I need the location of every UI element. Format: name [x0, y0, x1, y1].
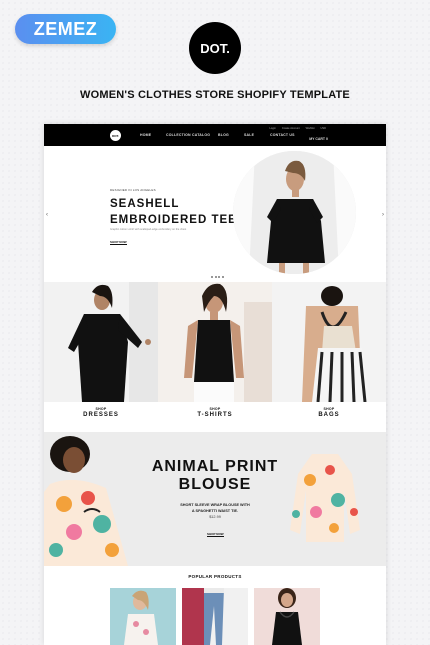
template-preview: DOT. HOME COLLECTION CATALOG BLOG SALE C… [44, 124, 386, 645]
hero-description: Graphic cotton t-shirt with scalloped-ed… [110, 228, 187, 231]
slider-prev-icon[interactable]: ‹ [46, 212, 48, 218]
nav-item-blog[interactable]: BLOG [218, 133, 244, 137]
hero-title-line-2: EMBROIDERED TEE [110, 214, 237, 226]
slider-dots[interactable] [211, 276, 224, 278]
nav-logo[interactable]: DOT. [110, 130, 121, 141]
cart-link[interactable]: MY CART 0 [309, 137, 328, 141]
login-link[interactable]: Login [269, 127, 275, 130]
nav-item-home[interactable]: HOME [140, 133, 166, 137]
category-tshirts[interactable]: SHOP T-SHIRTS [158, 407, 272, 418]
slider-dot-icon[interactable] [221, 276, 224, 278]
slider-dot-icon[interactable] [211, 276, 213, 278]
product-card-image[interactable] [110, 588, 176, 645]
category-dresses-kicker: SHOP [95, 407, 107, 411]
product-card-image[interactable] [254, 588, 320, 645]
category-image-dresses[interactable] [44, 282, 158, 402]
currency-select[interactable]: USD [321, 127, 326, 130]
category-dresses[interactable]: SHOP DRESSES [44, 407, 158, 418]
top-nav: DOT. HOME COLLECTION CATALOG BLOG SALE C… [44, 124, 386, 146]
banner-model-image [44, 436, 128, 566]
category-tshirts-kicker: SHOP [209, 407, 221, 411]
category-tshirts-label: T-SHIRTS [197, 412, 233, 418]
category-bags[interactable]: SHOP BAGS [272, 407, 386, 418]
create-account-link[interactable]: Create Account [282, 127, 300, 130]
banner-description-line-2: A SPAGHETTI WAIST TIE. [191, 509, 239, 513]
banner-title-line-1: ANIMAL PRINT [151, 458, 279, 475]
hero-title: SEASHELL EMBROIDERED TEE [110, 196, 237, 228]
hero-shop-now-button[interactable]: SHOP NOW [110, 240, 127, 245]
banner-title: ANIMAL PRINT BLOUSE [136, 458, 294, 494]
banner-title-line-2: BLOUSE [178, 476, 252, 493]
product-card-image[interactable] [182, 588, 248, 645]
zemez-badge[interactable]: ZEMEZ [15, 14, 116, 44]
category-image-bags[interactable] [272, 282, 386, 402]
category-image-tshirts[interactable] [158, 282, 272, 402]
hero-kicker: DESIGNED IN LOS ANGELES [110, 188, 156, 192]
category-dresses-label: DRESSES [83, 412, 119, 418]
promo-banner: ANIMAL PRINT BLOUSE SHORT SLEEVE WRAP BL… [44, 432, 386, 566]
nav-item-sale[interactable]: SALE [244, 133, 270, 137]
popular-products-title: POPULAR PRODUCTS [188, 574, 242, 579]
hero-title-line-1: SEASHELL [110, 198, 180, 210]
category-bags-label: BAGS [318, 412, 340, 418]
nav-item-collection[interactable]: COLLECTION [166, 133, 192, 137]
slider-dot-icon[interactable] [218, 276, 220, 278]
slider-next-icon[interactable]: › [382, 212, 384, 218]
page-title: WOMEN'S CLOTHES STORE SHOPIFY TEMPLATE [80, 89, 350, 101]
nav-item-contact[interactable]: CONTACT US [270, 133, 296, 137]
dot-logo: DOT. [189, 22, 241, 74]
slider-dot-icon[interactable] [214, 276, 217, 278]
banner-shop-now-button[interactable]: SHOP NOW [207, 532, 224, 537]
hero-model-image [233, 151, 356, 274]
banner-description: SHORT SLEEVE WRAP BLOUSE WITH A SPAGHETT… [154, 502, 276, 514]
account-links: Login Create Account Wishlist USD [269, 127, 326, 130]
blouse-product-image [290, 454, 360, 542]
nav-item-catalog[interactable]: CATALOG [192, 133, 218, 137]
wishlist-link[interactable]: Wishlist [306, 127, 315, 130]
category-bags-kicker: SHOP [323, 407, 335, 411]
banner-price: $12.99 [209, 515, 221, 519]
